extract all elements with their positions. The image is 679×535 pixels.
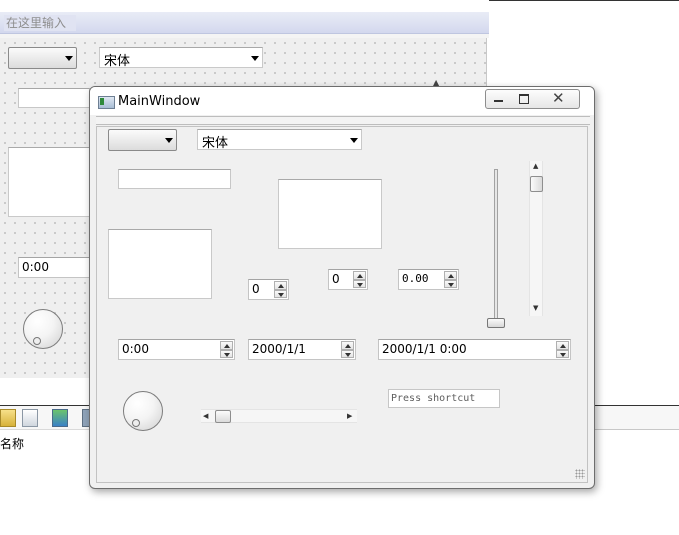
dial[interactable] [123,391,163,431]
minimize-icon [494,100,503,102]
designer-menu-placeholder[interactable]: 在这里输入 [4,15,76,31]
time-edit[interactable]: 0:00 [118,339,235,360]
spin-down-button[interactable] [444,279,457,288]
app-window-icon [98,96,115,109]
scroll-down-icon[interactable]: ▼ [533,304,538,312]
close-button[interactable]: ✕ [537,89,580,109]
spin-up-button[interactable] [274,281,287,290]
horizontal-scrollbar[interactable]: ◀ ▶ [201,409,357,423]
combobox[interactable] [108,129,177,151]
spin-up-button[interactable] [341,341,354,350]
scroll-up-icon[interactable]: ▲ [533,162,538,170]
dial-knob [132,419,140,427]
spin-up-button[interactable] [556,341,569,350]
arrow-up-icon [278,284,284,288]
designer-font-combobox[interactable]: 宋体 [99,47,263,69]
window-title: MainWindow [118,94,201,109]
dial-knob [33,337,41,345]
explorer-header: 名称 [0,429,100,453]
key-sequence-edit[interactable]: Press shortcut [388,389,500,408]
arrow-up-icon [345,344,351,348]
maximize-icon [519,94,529,104]
spin-down-button[interactable] [353,279,366,288]
arrow-up-icon [448,274,454,278]
scroll-left-icon[interactable]: ◀ [203,412,208,420]
arrow-down-icon [357,282,363,287]
arrow-down-icon [448,282,454,287]
arrow-down-icon [278,292,284,297]
arrow-down-icon [345,352,351,357]
spin-down-button[interactable] [274,289,287,298]
arrow-up-icon [560,344,566,348]
font-combobox-value: 宋体 [202,136,229,151]
maximize-button[interactable] [511,89,538,109]
size-grip[interactable] [575,469,585,479]
strip-right-underline [595,429,679,430]
main-window[interactable]: MainWindow ✕ 宋体 0 0 0.00 ▲ ▼ 0:00 2000/1… [89,86,595,489]
spinbox-1[interactable]: 0 [248,279,289,300]
plain-text-edit[interactable] [108,229,212,299]
time-edit-value: 0:00 [122,342,149,356]
designer-time-edit[interactable]: 0:00 [18,257,90,278]
vertical-scrollbar[interactable]: ▲ ▼ [529,161,543,316]
line-edit[interactable] [118,169,231,189]
designer-time-edit-value: 0:00 [22,260,49,274]
chevron-down-icon [165,138,173,143]
chevron-down-icon [251,56,259,61]
horizontal-scrollbar-thumb[interactable] [215,410,231,423]
explorer-column-name[interactable]: 名称 [0,435,24,452]
font-combobox[interactable]: 宋体 [197,129,362,151]
datetime-edit-value: 2000/1/1 0:00 [382,342,467,356]
date-edit-value: 2000/1/1 [252,342,306,356]
vertical-slider-groove[interactable] [494,169,498,323]
central-widget: 宋体 0 0 0.00 ▲ ▼ 0:00 2000/1/1 2000/1/1 0… [96,126,588,483]
spin-up-button[interactable] [444,271,457,280]
folder-icon[interactable] [0,409,16,427]
app-icon[interactable] [52,409,68,427]
text-edit[interactable] [278,179,382,249]
spin-down-button[interactable] [220,349,233,358]
key-sequence-placeholder: Press shortcut [391,393,476,404]
arrow-down-icon [560,352,566,357]
arrow-down-icon [224,352,230,357]
designer-font-combobox-value: 宋体 [104,54,131,69]
arrow-up-icon [357,274,363,278]
double-spinbox-value: 0.00 [402,272,429,285]
double-spinbox[interactable]: 0.00 [398,269,459,290]
designer-combobox[interactable] [8,47,77,69]
designer-text-edit[interactable] [8,147,90,217]
spin-up-button[interactable] [220,341,233,350]
vertical-slider-handle[interactable] [487,318,505,328]
spin-down-button[interactable] [341,349,354,358]
strip-right-border [595,405,679,406]
window-menubar [96,116,590,125]
close-icon: ✕ [552,89,565,107]
chevron-down-icon [350,138,358,143]
designer-top-border [489,0,679,1]
spinbox-2[interactable]: 0 [328,269,368,290]
arrow-up-icon [224,344,230,348]
spinbox-1-value: 0 [252,282,260,296]
vertical-scrollbar-thumb[interactable] [530,176,543,192]
chevron-down-icon [65,56,73,61]
date-edit[interactable]: 2000/1/1 [248,339,356,360]
title-bar[interactable]: MainWindow ✕ [90,87,594,115]
designer-line-edit[interactable] [18,88,90,108]
spin-up-button[interactable] [353,271,366,280]
document-icon[interactable] [22,409,38,427]
datetime-edit[interactable]: 2000/1/1 0:00 [378,339,571,360]
spin-down-button[interactable] [556,349,569,358]
minimize-button[interactable] [485,89,513,109]
spinbox-2-value: 0 [332,272,340,286]
scroll-right-icon[interactable]: ▶ [347,412,352,420]
designer-dial[interactable] [23,309,63,349]
